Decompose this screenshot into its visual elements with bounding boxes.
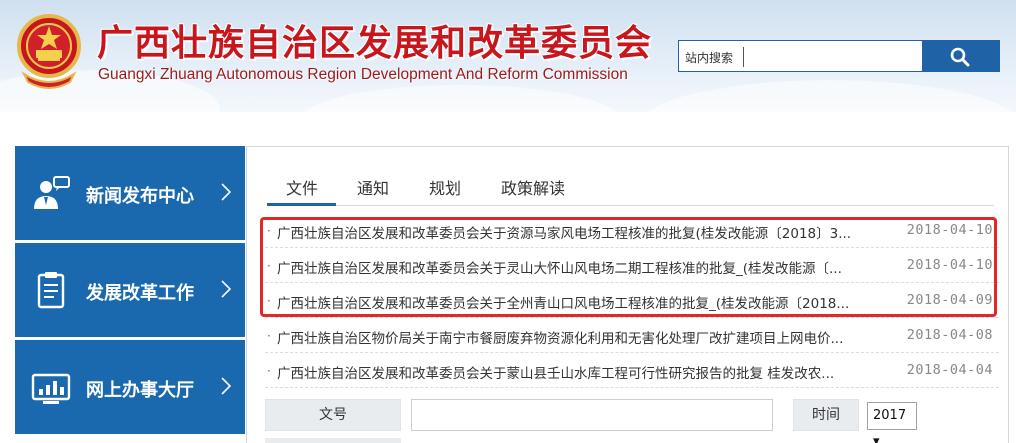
site-header: 广西壮族自治区发展和改革委员会 Guangxi Zhuang Autonomou… (0, 0, 1016, 112)
tab-notices[interactable]: 通知 (357, 175, 389, 199)
list-item[interactable]: · 广西壮族自治区发展和改革委员会关于蒙山县壬山水库工程可行性研究报告的批复 桂… (265, 353, 999, 388)
bullet-icon: · (267, 294, 271, 308)
search-icon (950, 47, 970, 67)
search-divider (743, 47, 744, 67)
document-panel: 文件 通知 规划 政策解读 · 广西壮族自治区发展和改革委员会关于资源马家风电场… (246, 146, 1009, 443)
list-item-title[interactable]: 广西壮族自治区发展和改革委员会关于全州青山口风电场工程核准的批复_(桂发改能源〔… (277, 292, 877, 312)
sidebar-item-news-center[interactable]: 新闻发布中心 (15, 146, 245, 240)
search-label: 站内搜索 (685, 51, 734, 65)
sidebar-item-label: 发展改革工作 (86, 283, 194, 304)
sidebar: 新闻发布中心 发展改革工作 网上办事大厅 (15, 146, 245, 443)
site-search: 站内搜索 (678, 40, 1000, 72)
site-title: 广西壮族自治区发展和改革委员会 (97, 22, 653, 64)
list-item[interactable]: · 广西壮族自治区物价局关于南宁市餐厨废弃物资源化利用和无害化处理厂改扩建项目上… (265, 318, 999, 353)
tab-policy-interpretation[interactable]: 政策解读 (501, 175, 565, 199)
cloud-decoration (640, 80, 1016, 112)
list-item-title[interactable]: 广西壮族自治区物价局关于南宁市餐厨废弃物资源化利用和无害化处理厂改扩建项目上网电… (277, 327, 877, 347)
list-item-date: 2018-04-10 (906, 257, 993, 273)
sidebar-item-reform-work[interactable]: 发展改革工作 (15, 243, 245, 337)
doc-number-input[interactable] (411, 399, 773, 431)
list-item-date: 2018-04-10 (906, 222, 993, 238)
active-tab-indicator (267, 203, 336, 206)
bullet-icon: · (267, 259, 271, 273)
year-select[interactable]: 2017 ▾ (867, 402, 917, 443)
tab-divider (267, 205, 994, 206)
filter-bar: 文号 时间 2017 ▾ (265, 399, 1005, 443)
bullet-icon: · (267, 329, 271, 343)
sidebar-item-online-hall[interactable]: 网上办事大厅 (15, 340, 245, 434)
list-item[interactable]: · 广西壮族自治区发展和改革委员会关于灵山大怀山风电场二期工程核准的批复_(桂发… (265, 248, 999, 283)
national-emblem-icon (17, 14, 81, 89)
list-item-date: 2018-04-08 (906, 327, 993, 343)
time-label: 时间 (793, 399, 859, 431)
sidebar-item-label: 新闻发布中心 (86, 186, 194, 207)
chevron-right-icon (221, 377, 231, 395)
list-item-title[interactable]: 广西壮族自治区发展和改革委员会关于灵山大怀山风电场二期工程核准的批复_(桂发改能… (277, 257, 877, 277)
list-item[interactable]: · 广西壮族自治区发展和改革委员会关于全州青山口风电场工程核准的批复_(桂发改能… (265, 283, 999, 318)
list-item[interactable]: · 广西壮族自治区发展和改革委员会关于资源马家风电场工程核准的批复(桂发改能源〔… (265, 213, 999, 248)
tab-documents[interactable]: 文件 (286, 175, 318, 199)
tab-plans[interactable]: 规划 (429, 175, 461, 199)
doc-number-label: 文号 (265, 399, 401, 431)
search-button[interactable] (922, 40, 1000, 72)
search-input[interactable] (747, 44, 917, 68)
site-subtitle: Guangxi Zhuang Autonomous Region Develop… (98, 66, 628, 83)
bullet-icon: · (267, 224, 271, 238)
spokesperson-icon (34, 176, 70, 209)
bullet-icon: · (267, 364, 271, 378)
cloud-decoration (300, 85, 620, 112)
chevron-right-icon (221, 183, 231, 201)
monitor-chart-icon (31, 373, 71, 404)
sidebar-item-label: 网上办事大厅 (86, 380, 194, 401)
filter-row-partial (265, 438, 401, 443)
list-item-title[interactable]: 广西壮族自治区发展和改革委员会关于蒙山县壬山水库工程可行性研究报告的批复 桂发改… (277, 362, 877, 382)
list-item-title[interactable]: 广西壮族自治区发展和改革委员会关于资源马家风电场工程核准的批复(桂发改能源〔20… (277, 222, 877, 242)
list-item-date: 2018-04-09 (906, 292, 993, 308)
list-item-date: 2018-04-04 (906, 362, 993, 378)
chevron-right-icon (221, 280, 231, 298)
clipboard-icon (37, 272, 65, 309)
